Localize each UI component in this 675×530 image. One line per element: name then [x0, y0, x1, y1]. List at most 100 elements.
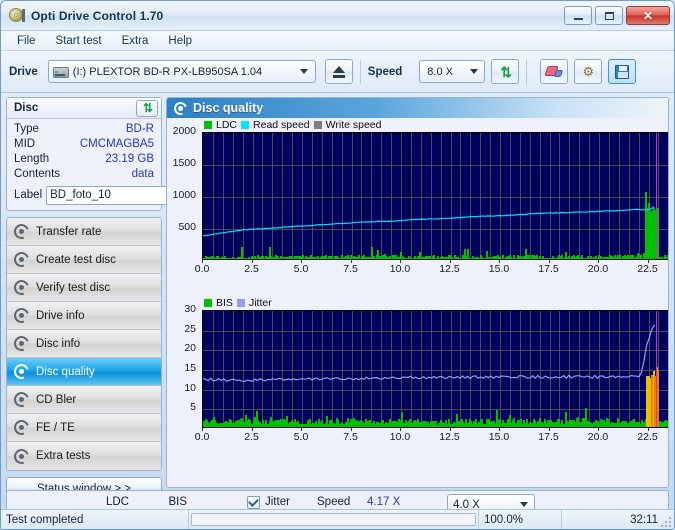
menu-extra[interactable]: Extra	[112, 33, 159, 49]
x-tick-mark	[549, 428, 550, 431]
sidebar-item-label: Disc quality	[36, 366, 95, 378]
legend-swatch	[204, 121, 212, 129]
speed-select-value: 8.0 X	[423, 66, 465, 78]
legend-label: Jitter	[249, 297, 272, 309]
tools-icon: ⚙	[582, 65, 594, 78]
minimize-button[interactable]	[564, 6, 592, 25]
sidebar-item-cd-bler[interactable]: CD Bler	[7, 386, 161, 414]
plot-area	[202, 310, 669, 428]
disc-row-key: Length	[14, 152, 49, 167]
resize-grip-icon[interactable]	[659, 515, 671, 527]
x-tick-mark	[598, 428, 599, 431]
sidebar: Disc ⇅ Type BD-R MID CMCMAGBA5 Le	[1, 93, 166, 488]
bis-chart: BISJitter3025201510520%16%12%8%4%0.02.55…	[167, 296, 668, 454]
toolbar-divider-1	[360, 60, 361, 84]
jitter-checkbox[interactable]	[247, 496, 260, 509]
disc-quality-panel: Disc quality LDCRead speedWrite speed 200…	[166, 97, 669, 488]
legend-swatch	[314, 121, 322, 129]
tools-button[interactable]: ⚙	[574, 59, 602, 84]
x-tick-label: 2.5	[239, 263, 265, 275]
speed-select[interactable]: 8.0 X	[419, 60, 485, 83]
y-tick-label: 25	[167, 323, 196, 335]
toolbar: Drive (I:) PLEXTOR BD-R PX-LB950SA 1.04 …	[1, 51, 674, 93]
chevron-down-icon	[465, 62, 482, 81]
disc-label-key: Label	[14, 189, 42, 201]
disc-panel: Disc ⇅ Type BD-R MID CMCMAGBA5 Le	[6, 97, 162, 211]
y-tick-label: 10	[167, 382, 196, 394]
x-tick-label: 15.0	[486, 431, 512, 443]
body-area: Disc ⇅ Type BD-R MID CMCMAGBA5 Le	[1, 93, 674, 488]
x-tick-label: 2.5	[239, 431, 265, 443]
menu-bar: File Start test Extra Help	[1, 31, 674, 51]
x-tick-label: 20.0	[585, 263, 611, 275]
disc-label-row: Label	[14, 185, 154, 205]
disc-quality-header: Disc quality	[167, 98, 668, 118]
gridline	[668, 133, 669, 259]
x-tick-label: 7.5	[338, 263, 364, 275]
x-tick-mark	[400, 428, 401, 431]
x-tick-mark	[252, 260, 253, 263]
x-tick-mark	[648, 428, 649, 431]
sidebar-item-extra-tests[interactable]: Extra tests	[7, 442, 161, 470]
status-time: 32:11	[562, 510, 674, 529]
disc-row-key: MID	[14, 137, 35, 152]
disc-row-value: BD-R	[126, 122, 154, 137]
app-window: Opti Drive Control 1.70 ✕ File Start tes…	[0, 0, 675, 530]
disc-row-contents: Contents data	[14, 167, 154, 182]
readout-speed-value: 4.17 X	[367, 496, 433, 508]
window-controls: ✕	[564, 6, 670, 25]
x-tick-label: 5.0	[288, 263, 314, 275]
disc-row-value: CMCMAGBA5	[80, 137, 154, 152]
close-button[interactable]: ✕	[626, 6, 670, 25]
sidebar-item-disc-info[interactable]: Disc info	[7, 330, 161, 358]
save-floppy-icon	[615, 65, 629, 79]
sidebar-item-drive-info[interactable]: Drive info	[7, 302, 161, 330]
legend-swatch	[204, 299, 212, 307]
x-tick-label: 5.0	[288, 431, 314, 443]
position-marker	[656, 311, 657, 427]
chart-legend: LDCRead speedWrite speed	[204, 119, 382, 131]
sidebar-item-disc-quality[interactable]: Disc quality	[7, 358, 161, 386]
x-tick-mark	[202, 428, 203, 431]
gauge-icon	[14, 224, 29, 239]
gauge-icon	[14, 252, 29, 267]
y-tick-label: 1000	[167, 189, 196, 201]
eject-button[interactable]	[325, 59, 353, 84]
refresh-button[interactable]: ⇅	[491, 59, 519, 84]
maximize-button[interactable]	[595, 6, 623, 25]
gauge-icon	[14, 449, 29, 464]
x-tick-mark	[252, 428, 253, 431]
sidebar-item-fe-te[interactable]: FE / TE	[7, 414, 161, 442]
menu-file[interactable]: File	[7, 33, 46, 49]
x-tick-mark	[549, 260, 550, 263]
ldc-chart: LDCRead speedWrite speed2000150010005001…	[167, 118, 668, 296]
gauge-icon	[14, 364, 29, 379]
x-tick-label: 0.0	[189, 263, 215, 275]
x-tick-label: 15.0	[486, 263, 512, 275]
x-tick-mark	[301, 260, 302, 263]
eraser-icon	[546, 66, 562, 77]
y-tick-label: 15	[167, 362, 196, 374]
menu-start-test[interactable]: Start test	[46, 33, 112, 49]
legend-label: BIS	[216, 297, 233, 309]
status-message: Test completed	[1, 510, 189, 529]
x-tick-mark	[648, 260, 649, 263]
legend-swatch	[241, 121, 249, 129]
sidebar-item-label: Disc info	[36, 338, 80, 350]
sidebar-item-verify-test-disc[interactable]: Verify test disc	[7, 274, 161, 302]
y-tick-label: 2000	[167, 125, 196, 137]
erase-button[interactable]	[540, 59, 568, 84]
disc-refresh-button[interactable]: ⇅	[136, 100, 158, 117]
drive-select[interactable]: (I:) PLEXTOR BD-R PX-LB950SA 1.04	[48, 60, 316, 83]
disc-row-key: Type	[14, 122, 39, 137]
x-tick-label: 22.5	[635, 263, 661, 275]
sidebar-item-create-test-disc[interactable]: Create test disc	[7, 246, 161, 274]
menu-help[interactable]: Help	[158, 33, 202, 49]
sidebar-item-label: CD Bler	[36, 394, 76, 406]
sidebar-item-transfer-rate[interactable]: Transfer rate	[7, 218, 161, 246]
gauge-icon	[14, 280, 29, 295]
y-tick-label: 1500	[167, 157, 196, 169]
save-button[interactable]	[608, 59, 636, 84]
x-tick-label: 22.5	[635, 431, 661, 443]
legend-label: Read speed	[253, 119, 310, 131]
